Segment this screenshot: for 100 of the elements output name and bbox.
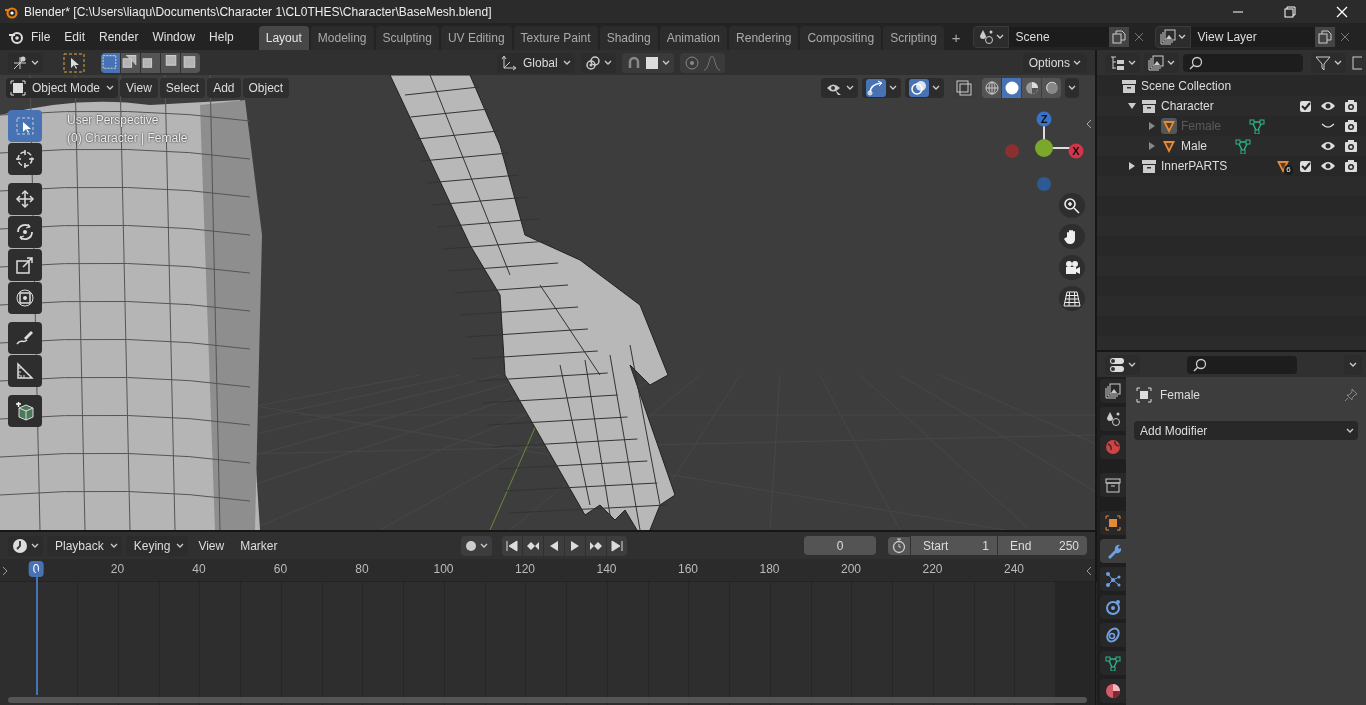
properties-tab[interactable] xyxy=(1100,407,1126,431)
workspace-tab[interactable]: Sculpting xyxy=(375,26,439,50)
gizmo-button[interactable] xyxy=(862,78,901,98)
camera-icon[interactable] xyxy=(1344,99,1358,113)
restore-icon[interactable] xyxy=(1284,5,1296,18)
checkbox[interactable] xyxy=(1300,160,1311,172)
select-tool-icon[interactable] xyxy=(63,52,85,73)
search-field[interactable] xyxy=(1187,355,1297,374)
properties-tab[interactable] xyxy=(1100,623,1126,647)
current-frame-field[interactable]: 0 xyxy=(804,536,876,555)
record-button[interactable] xyxy=(460,535,492,556)
menu-item[interactable]: Help xyxy=(202,26,241,47)
end-frame-field[interactable]: End 250 xyxy=(998,536,1087,555)
menu-dropdown[interactable]: Keying xyxy=(125,535,189,556)
view-navigation-button[interactable] xyxy=(1059,224,1085,249)
eye-icon[interactable] xyxy=(1320,140,1336,152)
expanded-arrow-icon[interactable] xyxy=(1127,101,1137,111)
collapsed-arrow-icon[interactable] xyxy=(1127,161,1137,171)
playback-button[interactable] xyxy=(606,535,627,556)
playback-button[interactable] xyxy=(543,535,564,556)
tool-button[interactable] xyxy=(8,183,42,215)
workspace-tab[interactable]: Texture Paint xyxy=(513,26,598,50)
workspace-tab[interactable]: UV Editing xyxy=(440,26,512,50)
tool-button[interactable] xyxy=(8,282,42,314)
properties-tab[interactable] xyxy=(1100,379,1126,403)
eye-icon[interactable] xyxy=(1320,100,1336,112)
options-dropdown[interactable] xyxy=(1344,354,1362,375)
menu-item[interactable]: Marker xyxy=(234,535,284,556)
shading-button[interactable] xyxy=(1042,78,1061,98)
properties-tab[interactable] xyxy=(1100,473,1126,497)
workspace-tab[interactable]: Shading xyxy=(599,26,658,50)
tool-button[interactable] xyxy=(8,355,42,387)
menu-item[interactable]: Edit xyxy=(57,26,93,47)
xray-icon[interactable] xyxy=(954,78,974,98)
menu-item[interactable]: Render xyxy=(92,26,146,47)
outliner-item-label[interactable]: Character xyxy=(1161,99,1214,113)
add-workspace-button[interactable]: + xyxy=(945,25,967,50)
search-field[interactable] xyxy=(1183,53,1303,72)
selection-mode-icon[interactable] xyxy=(141,52,160,73)
scene-type-button[interactable] xyxy=(972,25,1009,48)
view-layer-button[interactable] xyxy=(1144,52,1179,73)
checkbox[interactable] xyxy=(1300,100,1311,112)
horizontal-scrollbar[interactable] xyxy=(8,697,1087,703)
menu-item[interactable]: Object xyxy=(242,78,290,98)
copy-icon[interactable] xyxy=(1108,26,1129,47)
transform-mode-button[interactable] xyxy=(8,52,43,73)
close-icon[interactable] xyxy=(1336,5,1348,18)
visibility-button[interactable] xyxy=(821,78,858,98)
properties-tab[interactable] xyxy=(1100,595,1126,619)
new-collection-icon[interactable] xyxy=(1352,54,1362,71)
add-modifier-dropdown[interactable]: Add Modifier xyxy=(1134,421,1358,440)
menu-item[interactable]: Select xyxy=(159,78,206,98)
workspace-tab[interactable]: Compositing xyxy=(800,26,882,50)
outliner-item-label[interactable]: Scene Collection xyxy=(1141,79,1232,93)
tool-button[interactable] xyxy=(8,322,42,354)
properties-tab[interactable] xyxy=(1100,567,1126,591)
filter-button[interactable] xyxy=(1311,52,1346,73)
tool-button[interactable] xyxy=(8,249,42,281)
tool-button[interactable] xyxy=(8,216,42,248)
playback-button[interactable] xyxy=(501,535,522,556)
camera-icon[interactable] xyxy=(1344,159,1358,173)
start-frame-field[interactable]: Start 1 xyxy=(911,536,997,555)
camera-icon[interactable] xyxy=(1344,139,1358,153)
workspace-tab[interactable]: Animation xyxy=(659,26,728,50)
view-navigation-button[interactable] xyxy=(1059,193,1085,218)
mesh-data-icon[interactable] xyxy=(1235,138,1251,154)
playback-button[interactable] xyxy=(564,535,585,556)
outliner-item-label[interactable]: InnerPARTS xyxy=(1161,159,1228,173)
eye-icon[interactable] xyxy=(1320,160,1336,172)
editor-type-button[interactable] xyxy=(1105,354,1140,375)
tool-button[interactable] xyxy=(8,110,42,142)
view-navigation-button[interactable] xyxy=(1059,286,1085,311)
outliner-item-label[interactable]: Male xyxy=(1181,139,1207,153)
overlays-button[interactable] xyxy=(905,78,944,98)
menu-dropdown[interactable]: Playback xyxy=(47,535,122,556)
proportional-edit-button[interactable] xyxy=(680,52,726,73)
properties-tab[interactable] xyxy=(1100,511,1126,535)
properties-tab[interactable] xyxy=(1100,679,1126,703)
snap-button[interactable] xyxy=(622,52,675,73)
mesh-data-icon[interactable] xyxy=(1249,118,1265,134)
shading-button[interactable] xyxy=(1022,78,1041,98)
properties-tab[interactable] xyxy=(1100,539,1126,563)
stopwatch-icon[interactable] xyxy=(888,536,910,555)
shading-dropdown[interactable] xyxy=(1065,78,1079,98)
mode-dropdown[interactable]: Object Mode xyxy=(6,78,118,98)
selection-mode-icon[interactable] xyxy=(121,52,140,73)
workspace-tab[interactable]: Layout xyxy=(258,26,309,50)
selection-mode-icon[interactable] xyxy=(161,52,180,73)
view-navigation-button[interactable] xyxy=(1059,255,1085,280)
collapsed-arrow-icon[interactable] xyxy=(1147,141,1157,151)
view-layer-field[interactable]: View Layer xyxy=(1190,26,1315,47)
collapsed-arrow-icon[interactable] xyxy=(1147,121,1157,131)
menu-item[interactable]: File xyxy=(24,26,58,47)
tool-button[interactable] xyxy=(8,395,42,427)
playback-button[interactable] xyxy=(585,535,606,556)
properties-tab[interactable] xyxy=(1100,651,1126,675)
shading-button[interactable] xyxy=(982,78,1001,98)
menu-item[interactable]: Window xyxy=(145,26,203,47)
workspace-tab[interactable]: Scripting xyxy=(883,26,944,50)
copy-icon[interactable] xyxy=(1314,26,1335,47)
